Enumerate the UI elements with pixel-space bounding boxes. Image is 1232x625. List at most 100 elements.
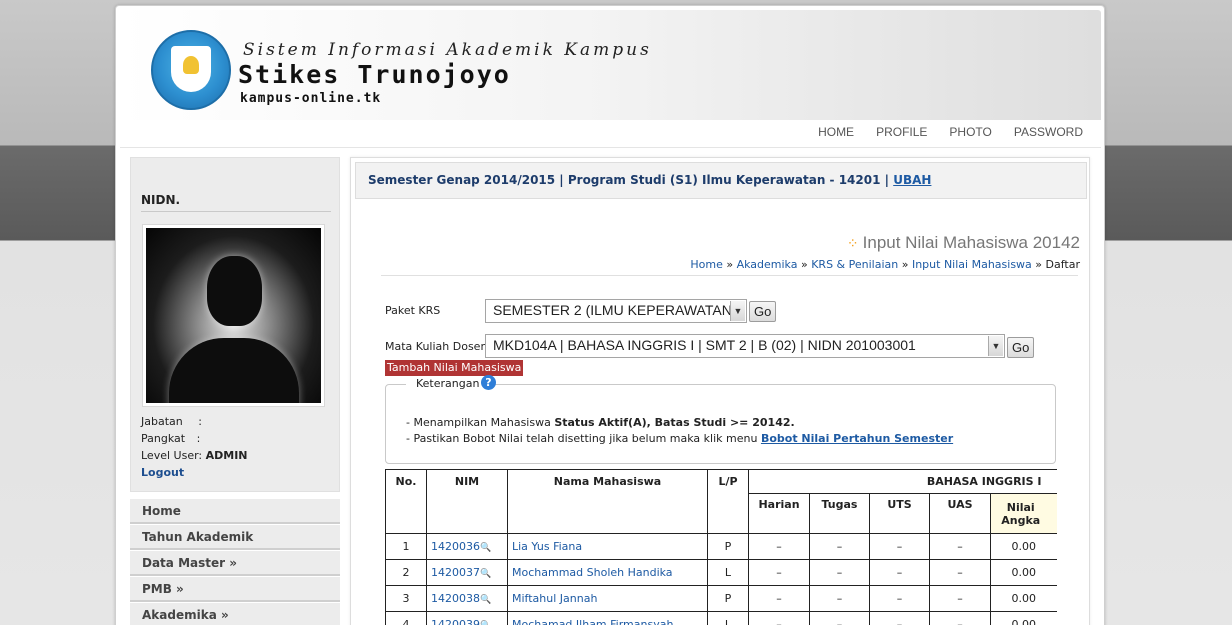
cell-nilai-text: 0.00: [1011, 592, 1037, 605]
cell-nilai: 0.00: [990, 585, 1057, 612]
cell-nilai-text: 0.00: [1011, 540, 1037, 553]
col-group-bahasa: BAHASA INGGRIS I: [748, 469, 1057, 494]
cell-nama[interactable]: Miftahul Jannah: [507, 585, 708, 612]
semester-bar: Semester Genap 2014/2015 | Program Studi…: [355, 162, 1087, 199]
nav-photo[interactable]: PHOTO: [949, 125, 991, 139]
breadcrumb-divider: [381, 275, 1078, 276]
col-harian: Harian: [748, 493, 810, 534]
mk-go-button[interactable]: Go: [1007, 337, 1035, 358]
cell-no: 3: [385, 585, 427, 612]
cell-nama-text: Lia Yus Fiana: [512, 540, 583, 553]
menu-pmb[interactable]: PMB »: [130, 577, 340, 602]
menu-akademika[interactable]: Akademika »: [130, 603, 340, 625]
magnify-icon[interactable]: 🔍: [480, 569, 491, 579]
breadcrumb-sep: »: [800, 258, 808, 271]
cell-no-text: 4: [402, 618, 410, 625]
cell-harian-text: –: [776, 566, 782, 579]
level-label: Level User:: [141, 449, 203, 462]
breadcrumb-input-nilai[interactable]: Input Nilai Mahasiswa: [912, 258, 1032, 271]
paket-krs-value: SEMESTER 2 (ILMU KEPERAWATAN): [493, 302, 737, 318]
cell-uts-text: –: [896, 540, 903, 553]
keterangan-legend: Keterangan: [406, 377, 490, 390]
sidebar-divider: [141, 211, 331, 212]
cell-no-text: 2: [402, 566, 410, 579]
menu-home[interactable]: Home: [130, 499, 340, 524]
mata-kuliah-select[interactable]: MKD104A | BAHASA INGGRIS I | SMT 2 | B (…: [485, 334, 1005, 358]
cell-tugas: –: [809, 559, 870, 586]
pangkat-label: Pangkat: [141, 432, 186, 445]
table-row: 4 1420039🔍 Mochamad Ilham Firmansyah L – – – – 0…: [385, 611, 1057, 625]
nav-home[interactable]: HOME: [818, 125, 854, 139]
menu-data-master[interactable]: Data Master »: [130, 551, 340, 576]
cell-tugas: –: [809, 533, 870, 560]
col-nim: NIM: [426, 469, 508, 534]
sidebar-title: NIDN.: [141, 193, 181, 207]
cell-no: 2: [385, 559, 427, 586]
sidebar-menu: Home Tahun Akademik Data Master » PMB » …: [130, 499, 340, 625]
nav-profile[interactable]: PROFILE: [876, 125, 927, 139]
cell-no: 1: [385, 533, 427, 560]
magnify-icon[interactable]: 🔍: [480, 595, 491, 605]
table-row: 3 1420038🔍 Miftahul Jannah P – – – – 0.00: [385, 585, 1057, 612]
cell-nama[interactable]: Lia Yus Fiana: [507, 533, 708, 560]
cell-tugas-text: –: [836, 592, 843, 605]
avatar: [142, 224, 325, 407]
jabatan-label: Jabatan: [141, 415, 183, 428]
magnify-icon[interactable]: 🔍: [480, 621, 491, 625]
col-nama: Nama Mahasiswa: [507, 469, 708, 534]
cell-uts: –: [869, 533, 930, 560]
mata-kuliah-value: MKD104A | BAHASA INGGRIS I | SMT 2 | B (…: [493, 337, 916, 353]
cell-nim[interactable]: 1420039🔍: [426, 611, 508, 625]
tambah-nilai-button[interactable]: Tambah Nilai Mahasiswa: [385, 360, 524, 376]
tut-wuri-logo: [151, 30, 231, 110]
nilai-table: No. NIM Nama Mahasiswa L/P BAHASA INGGRI…: [385, 469, 1057, 625]
paket-krs-select[interactable]: SEMESTER 2 (ILMU KEPERAWATAN) ▼: [485, 299, 747, 323]
site-header: Sistem Informasi Akademik Kampus Stikes …: [120, 10, 1101, 120]
keterangan-text: - Menampilkan Mahasiswa Status Aktif(A),…: [406, 415, 953, 447]
cell-nilai: 0.00: [990, 559, 1057, 586]
cell-tugas: –: [809, 585, 870, 612]
logout-link[interactable]: Logout: [141, 466, 184, 479]
top-nav: HOME PROFILE PHOTO PASSWORD: [818, 125, 1083, 139]
cell-nim[interactable]: 1420038🔍: [426, 585, 508, 612]
paket-go-button[interactable]: Go: [749, 301, 777, 322]
cell-harian-text: –: [776, 540, 782, 553]
breadcrumb-krs[interactable]: KRS & Penilaian: [811, 258, 898, 271]
cell-harian: –: [748, 559, 810, 586]
magnify-icon[interactable]: 🔍: [480, 543, 491, 553]
cell-uts-text: –: [896, 592, 903, 605]
cell-no-text: 1: [402, 540, 410, 553]
ubah-link[interactable]: UBAH: [893, 173, 931, 187]
semester-text: Semester Genap 2014/2015 | Program Studi…: [368, 173, 890, 187]
breadcrumb-akademika[interactable]: Akademika: [737, 258, 798, 271]
help-icon[interactable]: ?: [481, 375, 496, 390]
cell-nim[interactable]: 1420036🔍: [426, 533, 508, 560]
cell-nama[interactable]: Mochamad Ilham Firmansyah: [507, 611, 708, 625]
cell-nama-text: Miftahul Jannah: [512, 592, 598, 605]
cell-nim-text: 1420038: [431, 592, 480, 605]
bobot-nilai-link[interactable]: Bobot Nilai Pertahun Semester: [761, 432, 953, 445]
sidebar-info: Jabatan : Pangkat : Level User: ADMIN Lo…: [141, 413, 248, 481]
cell-nilai-text: 0.00: [1011, 566, 1037, 579]
cell-tugas: –: [809, 611, 870, 625]
chevron-down-icon: ▼: [730, 301, 745, 321]
silhouette-head: [207, 256, 262, 326]
cell-nama[interactable]: Mochammad Sholeh Handika: [507, 559, 708, 586]
nav-password[interactable]: PASSWORD: [1014, 125, 1083, 139]
cell-nim[interactable]: 1420037🔍: [426, 559, 508, 586]
menu-tahun-akademik[interactable]: Tahun Akademik: [130, 525, 340, 550]
cell-uas-text: –: [957, 566, 963, 579]
page-title: ⁘ Input Nilai Mahasiswa 20142: [847, 233, 1080, 253]
cell-nim-text: 1420037: [431, 566, 480, 579]
cell-nilai: 0.00: [990, 533, 1057, 560]
col-nilai-angka: Nilai Angka: [990, 493, 1057, 534]
cell-uts: –: [869, 559, 930, 586]
cell-lp: L: [707, 611, 749, 625]
cell-no: 4: [385, 611, 427, 625]
cell-lp: P: [707, 585, 749, 612]
breadcrumb-home[interactable]: Home: [690, 258, 722, 271]
pangkat-colon: :: [196, 432, 201, 445]
cell-tugas-text: –: [836, 618, 843, 625]
col-tugas: Tugas: [809, 493, 870, 534]
keterangan-box: Keterangan ? - Menampilkan Mahasiswa Sta…: [385, 375, 1056, 464]
